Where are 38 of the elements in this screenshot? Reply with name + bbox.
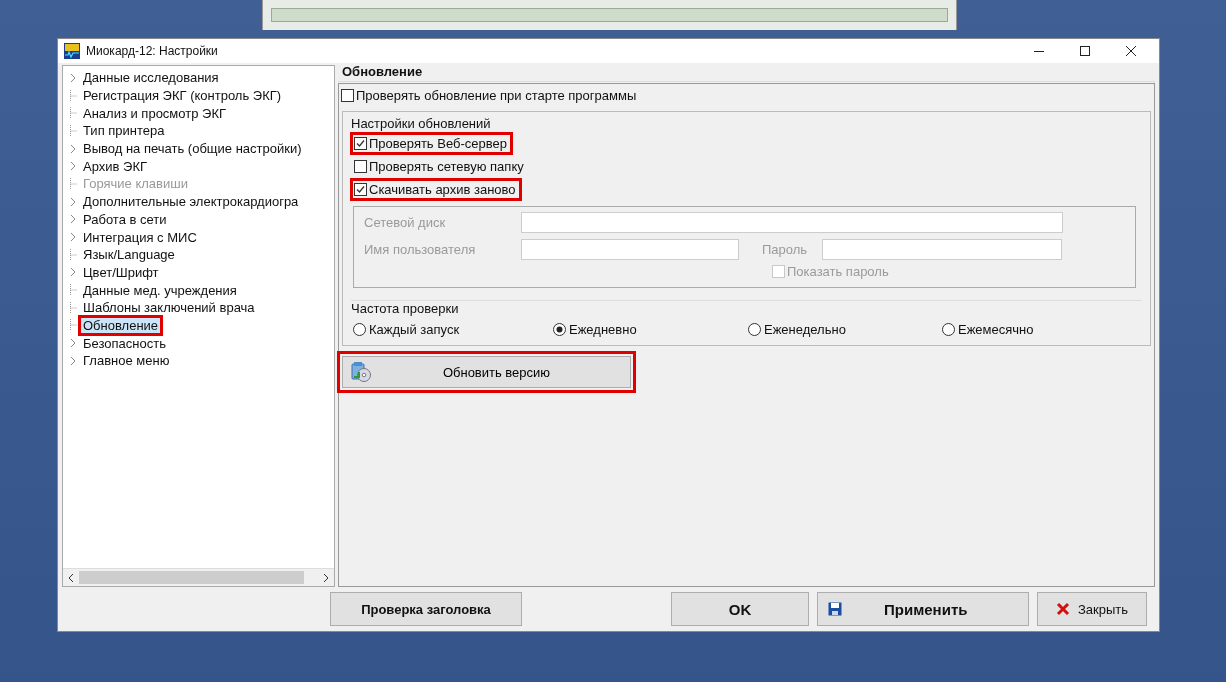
close-icon[interactable] [1125,45,1137,57]
radio-option[interactable]: Ежемесячно [942,322,1142,337]
window-title: Миокард-12: Настройки [86,44,218,58]
horizontal-scrollbar[interactable] [63,568,334,586]
group-title: Настройки обновлений [351,116,492,131]
radio-button[interactable] [942,323,955,336]
section-title: Обновление [338,63,1155,82]
group-title: Частота проверки [351,301,460,316]
checkbox-option[interactable]: Проверять сетевую папку [350,155,530,178]
close-icon [1055,602,1070,616]
checkbox[interactable] [354,160,367,173]
scroll-left-icon[interactable] [67,572,75,583]
checkbox[interactable] [354,137,367,150]
checkbox[interactable] [354,183,367,196]
field-label: Имя пользователя [364,242,477,257]
software-disc-icon [351,362,371,382]
radio-option[interactable]: Еженедельно [748,322,942,337]
update-version-button[interactable]: Обновить версию [342,356,631,388]
field-label: Пароль [762,242,809,257]
scroll-thumb[interactable] [79,571,304,584]
field-label: Сетевой диск [364,215,447,230]
tree-item[interactable]: Обновление [78,314,164,336]
app-icon [64,43,80,59]
checkbox-option[interactable]: Проверять Веб-сервер [350,132,513,155]
radio-option[interactable]: Каждый запуск [353,322,553,337]
radio-button[interactable] [748,323,761,336]
checkbox-option[interactable]: Скачивать архив заново [350,178,522,201]
checkbox-option[interactable]: Проверять обновление при старте программы [341,88,637,103]
apply-button[interactable]: Применить [817,592,1029,626]
radio-button[interactable] [353,323,366,336]
radio-button[interactable] [553,323,566,336]
checkbox[interactable] [341,89,354,102]
close-button[interactable]: Закрыть [1037,592,1147,626]
scroll-right-icon[interactable] [322,572,330,583]
ok-button[interactable]: OK [671,592,809,626]
check-header-button[interactable]: Проверка заголовка [330,592,522,626]
maximize-icon[interactable] [1079,45,1091,57]
radio-option[interactable]: Ежедневно [553,322,748,337]
